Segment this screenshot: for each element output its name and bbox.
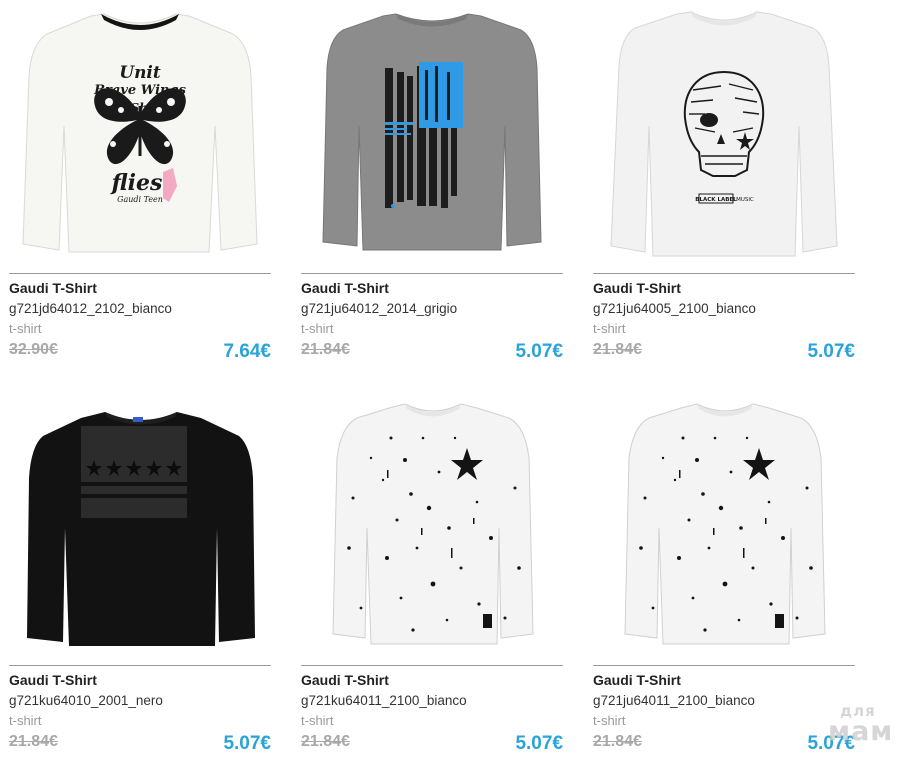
sale-price: 5.07€ <box>223 733 271 754</box>
watermark-line-2: мам <box>828 716 894 747</box>
print-line-2: Brave Wings <box>93 83 186 98</box>
product-card[interactable]: Unit Brave Wings She flies Gaudi Teen Ga… <box>9 6 271 366</box>
product-brand[interactable]: Gaudi T-Shirt <box>9 672 97 688</box>
tshirt-butterfly-image: Unit Brave Wings She flies Gaudi Teen <box>22 13 258 253</box>
product-image[interactable]: Unit Brave Wings She flies Gaudi Teen <box>9 6 271 268</box>
tshirt-splatter-image <box>624 403 826 645</box>
product-category: t-shirt <box>301 321 334 336</box>
tshirt-flag-image <box>322 13 542 251</box>
sale-price: 7.64€ <box>223 341 271 362</box>
product-sku: g721ju64012_2014_grigio <box>301 301 458 316</box>
card-divider <box>593 273 855 274</box>
print-line-3: She <box>130 101 155 115</box>
print-line-1: BLACK LABEL <box>695 197 737 203</box>
site-watermark: для мам <box>828 702 900 750</box>
print-line-2: MUSIC <box>736 197 754 203</box>
product-card[interactable]: BLACK LABEL MUSIC Gaudi T-Shirt g721ju64… <box>593 6 855 366</box>
print-line-1: Unit <box>119 63 161 83</box>
old-price: 21.84€ <box>9 733 58 750</box>
product-card[interactable]: Gaudi T-Shirt g721ju64012_2014_grigio t-… <box>301 6 563 366</box>
product-image[interactable] <box>593 398 855 660</box>
product-card[interactable]: Gaudi T-Shirt g721ju64011_2100_bianco t-… <box>593 398 855 758</box>
product-sku: g721ku64010_2001_nero <box>9 693 163 708</box>
card-divider <box>301 273 563 274</box>
card-divider <box>593 665 855 666</box>
product-image[interactable]: BLACK LABEL MUSIC <box>593 6 855 268</box>
product-image[interactable] <box>301 398 563 660</box>
product-category: t-shirt <box>9 713 42 728</box>
product-sku: g721ju64011_2100_bianco <box>593 693 755 708</box>
card-divider <box>9 273 271 274</box>
card-divider <box>9 665 271 666</box>
product-sku: g721ku64011_2100_bianco <box>301 693 467 708</box>
old-price: 21.84€ <box>301 733 350 750</box>
sale-price: 5.07€ <box>515 341 563 362</box>
product-brand[interactable]: Gaudi T-Shirt <box>593 672 681 688</box>
product-brand[interactable]: Gaudi T-Shirt <box>593 280 681 296</box>
tshirt-stars-image <box>27 412 255 646</box>
old-price: 32.90€ <box>9 341 58 358</box>
old-price: 21.84€ <box>593 733 642 750</box>
product-category: t-shirt <box>9 321 42 336</box>
product-category: t-shirt <box>301 713 334 728</box>
old-price: 21.84€ <box>301 341 350 358</box>
product-grid: Unit Brave Wings She flies Gaudi Teen Ga… <box>0 0 909 758</box>
product-brand[interactable]: Gaudi T-Shirt <box>301 280 389 296</box>
old-price: 21.84€ <box>593 341 642 358</box>
product-image[interactable] <box>9 398 271 660</box>
print-line-4: flies <box>110 170 163 196</box>
sale-price: 5.07€ <box>515 733 563 754</box>
product-category: t-shirt <box>593 321 626 336</box>
product-brand[interactable]: Gaudi T-Shirt <box>9 280 97 296</box>
print-line-5: Gaudi Teen <box>117 195 163 204</box>
tshirt-splatter-image <box>332 403 534 645</box>
product-sku: g721ju64005_2100_bianco <box>593 301 756 316</box>
product-card[interactable]: Gaudi T-Shirt g721ku64010_2001_nero t-sh… <box>9 398 271 758</box>
product-brand[interactable]: Gaudi T-Shirt <box>301 672 389 688</box>
tshirt-skull-image: BLACK LABEL MUSIC <box>610 11 838 257</box>
product-sku: g721jd64012_2102_bianco <box>9 301 172 316</box>
card-divider <box>301 665 563 666</box>
product-image[interactable] <box>301 6 563 268</box>
product-category: t-shirt <box>593 713 626 728</box>
product-card[interactable]: Gaudi T-Shirt g721ku64011_2100_bianco t-… <box>301 398 563 758</box>
sale-price: 5.07€ <box>807 341 855 362</box>
